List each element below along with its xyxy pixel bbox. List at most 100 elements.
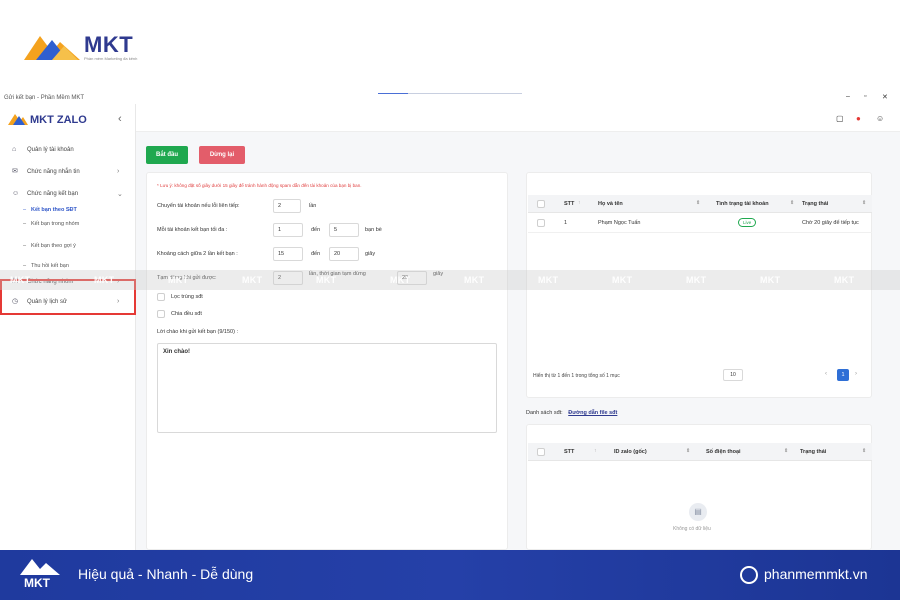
banner-logo: MKT (18, 556, 70, 594)
max-friends-label: Mỗi tài khoản kết bạn tối đa : (157, 227, 228, 233)
col-zalo-id[interactable]: ID zalo (gốc) (614, 449, 647, 455)
mkt-logo-icon (8, 114, 28, 125)
gap-unit: giây (365, 251, 376, 257)
close-icon[interactable]: ✕ (882, 93, 888, 101)
col-stt[interactable]: STT (564, 201, 574, 207)
bottom-banner: MKT Hiệu quả - Nhanh - Dễ dùng phanmemmk… (0, 550, 900, 600)
watermark-text: MKT (834, 275, 855, 285)
message-icon: ✉ (12, 168, 18, 175)
col-stt[interactable]: STT (564, 449, 574, 455)
sidebar-item-friends[interactable]: ☺ Chức năng kết bạn ⌄ (0, 188, 136, 202)
banner-slogan: Hiệu quả - Nhanh - Dễ dùng (78, 566, 254, 582)
phone-list-header: Danh sách sđt: Đường dẫn file sđt (526, 410, 617, 416)
col-name[interactable]: Họ và tên (598, 201, 623, 207)
max-friends-to-input[interactable]: 5 (329, 223, 359, 237)
greeting-label: Lời chào khi gửi kết bạn (9/150) : (157, 329, 238, 335)
website-text[interactable]: phanmemmkt.vn (764, 566, 867, 582)
watermark-text: MKT (612, 275, 633, 285)
start-button[interactable]: Bắt đầu (146, 146, 188, 164)
sidebar: MKT ZALO ‹ ⌂ Quản lý tài khoản ✉ Chức nă… (0, 104, 136, 550)
sort-icon[interactable]: ⇕ (784, 448, 788, 454)
sort-icon[interactable]: ⇕ (686, 448, 690, 454)
user-icon: ☺ (12, 190, 20, 197)
switch-account-unit: lần (309, 203, 317, 209)
sidebar-sub-friend-by-phone[interactable]: – Kết bạn theo SĐT (0, 204, 136, 216)
brand-tagline: Phần mềm Marketing đa kênh (84, 56, 138, 61)
mountain-logo-icon (24, 36, 80, 60)
greeting-textarea[interactable]: Xin chào! (157, 343, 497, 433)
sidebar-item-label: Chức năng nhắn tin (27, 169, 80, 175)
gap-label: Khoảng cách giữa 2 lần kết bạn : (157, 251, 238, 257)
col-account-status[interactable]: Tình trạng tài khoản (716, 201, 769, 207)
sort-icon[interactable]: ↑ (578, 200, 581, 206)
chat-icon[interactable]: ▢ (836, 114, 844, 123)
sidebar-sub-friend-suggest[interactable]: – Kết bạn theo gợi ý (0, 240, 136, 252)
sidebar-item-label: Quản lý tài khoản (27, 147, 74, 153)
page-size-select[interactable]: 10 (723, 369, 743, 381)
sort-icon[interactable]: ⇕ (696, 200, 700, 206)
sort-icon[interactable]: ↑ (594, 448, 597, 454)
max-friends-unit: bạn bè (365, 227, 382, 233)
col-state[interactable]: Trạng thái (800, 449, 826, 455)
avatar[interactable]: ☺ (876, 114, 884, 123)
top-bar: ▢ ● ☺ (136, 104, 900, 132)
sub-dash: – (23, 221, 27, 227)
select-all-checkbox[interactable] (537, 448, 545, 456)
col-phone[interactable]: Số điện thoại (706, 449, 741, 455)
phone-list-panel: STT ↑ ID zalo (gốc) ⇕ Số điện thoại ⇕ Tr… (526, 424, 872, 550)
watermark-text: MKT (464, 275, 485, 285)
switch-account-input[interactable]: 2 (273, 199, 301, 213)
sidebar-sub-label: Thu hồi kết bạn (31, 263, 69, 269)
brand-logo: MKT Phần mềm Marketing đa kênh (22, 30, 162, 64)
progress-indicator (378, 93, 522, 94)
sort-icon[interactable]: ⇕ (862, 448, 866, 454)
split-phone-checkbox[interactable] (157, 310, 165, 318)
chevron-right-icon: › (117, 168, 120, 175)
watermark-text: MKT (316, 275, 337, 285)
sort-icon[interactable]: ⇕ (862, 200, 866, 206)
sidebar-item-messaging[interactable]: ✉ Chức năng nhắn tin › (0, 166, 136, 180)
select-all-checkbox[interactable] (537, 200, 545, 208)
filter-duplicate-checkbox[interactable] (157, 293, 165, 301)
watermark-text: MKT (10, 275, 31, 285)
phone-list-label: Danh sách sđt: (526, 410, 563, 416)
mountain-logo-icon (20, 559, 60, 575)
row-checkbox[interactable] (537, 219, 545, 227)
sidebar-sub-label: Kết bạn trong nhóm (31, 221, 80, 227)
next-page-icon[interactable]: › (855, 371, 857, 377)
gap-to-input[interactable]: 20 (329, 247, 359, 261)
sub-dash: – (23, 207, 27, 213)
sidebar-logo-text: MKT ZALO (30, 114, 87, 126)
sort-icon[interactable]: ⇕ (790, 200, 794, 206)
sidebar-sub-label: Kết bạn theo SĐT (31, 207, 77, 213)
settings-panel: * Lưu ý: không đặt số giây dưới 15 giây … (146, 172, 508, 550)
maximize-icon[interactable]: ▫ (864, 93, 866, 100)
watermark-text: MKT (760, 275, 781, 285)
minimize-icon[interactable]: – (846, 93, 850, 100)
cell-name: Phạm Ngọc Tuấn (598, 220, 641, 226)
sidebar-sub-friend-in-group[interactable]: – Kết bạn trong nhóm (0, 218, 136, 230)
table-row[interactable]: 1 Phạm Ngọc Tuấn Live Chờ 20 giây để tiế… (528, 213, 872, 233)
sub-dash: – (23, 243, 27, 249)
brand-name: MKT (84, 32, 134, 57)
sidebar-sub-label: Kết bạn theo gợi ý (31, 243, 76, 249)
sidebar-item-accounts[interactable]: ⌂ Quản lý tài khoản (0, 144, 136, 158)
col-state[interactable]: Trạng thái (802, 201, 828, 207)
watermark-text: MKT (168, 275, 189, 285)
sidebar-logo: MKT ZALO ‹ (8, 112, 128, 128)
warning-note: * Lưu ý: không đặt số giây dưới 15 giây … (157, 183, 362, 188)
pagination-info: Hiển thị từ 1 đến 1 trong tổng số 1 mục (533, 373, 620, 379)
banner-logo-name: MKT (24, 576, 50, 590)
collapse-sidebar-icon[interactable]: ‹ (118, 113, 122, 125)
max-friends-to-label: đến (311, 227, 321, 233)
phone-file-link[interactable]: Đường dẫn file sđt (568, 410, 617, 416)
status-badge: Live (738, 218, 757, 227)
prev-page-icon[interactable]: ‹ (825, 371, 827, 377)
sub-dash: – (23, 263, 27, 269)
page-button-1[interactable]: 1 (837, 369, 849, 381)
stop-button[interactable]: Dừng lại (199, 146, 245, 164)
gap-from-input[interactable]: 15 (273, 247, 303, 261)
watermark-text: MKT (94, 275, 115, 285)
record-icon[interactable]: ● (856, 114, 861, 123)
max-friends-from-input[interactable]: 1 (273, 223, 303, 237)
